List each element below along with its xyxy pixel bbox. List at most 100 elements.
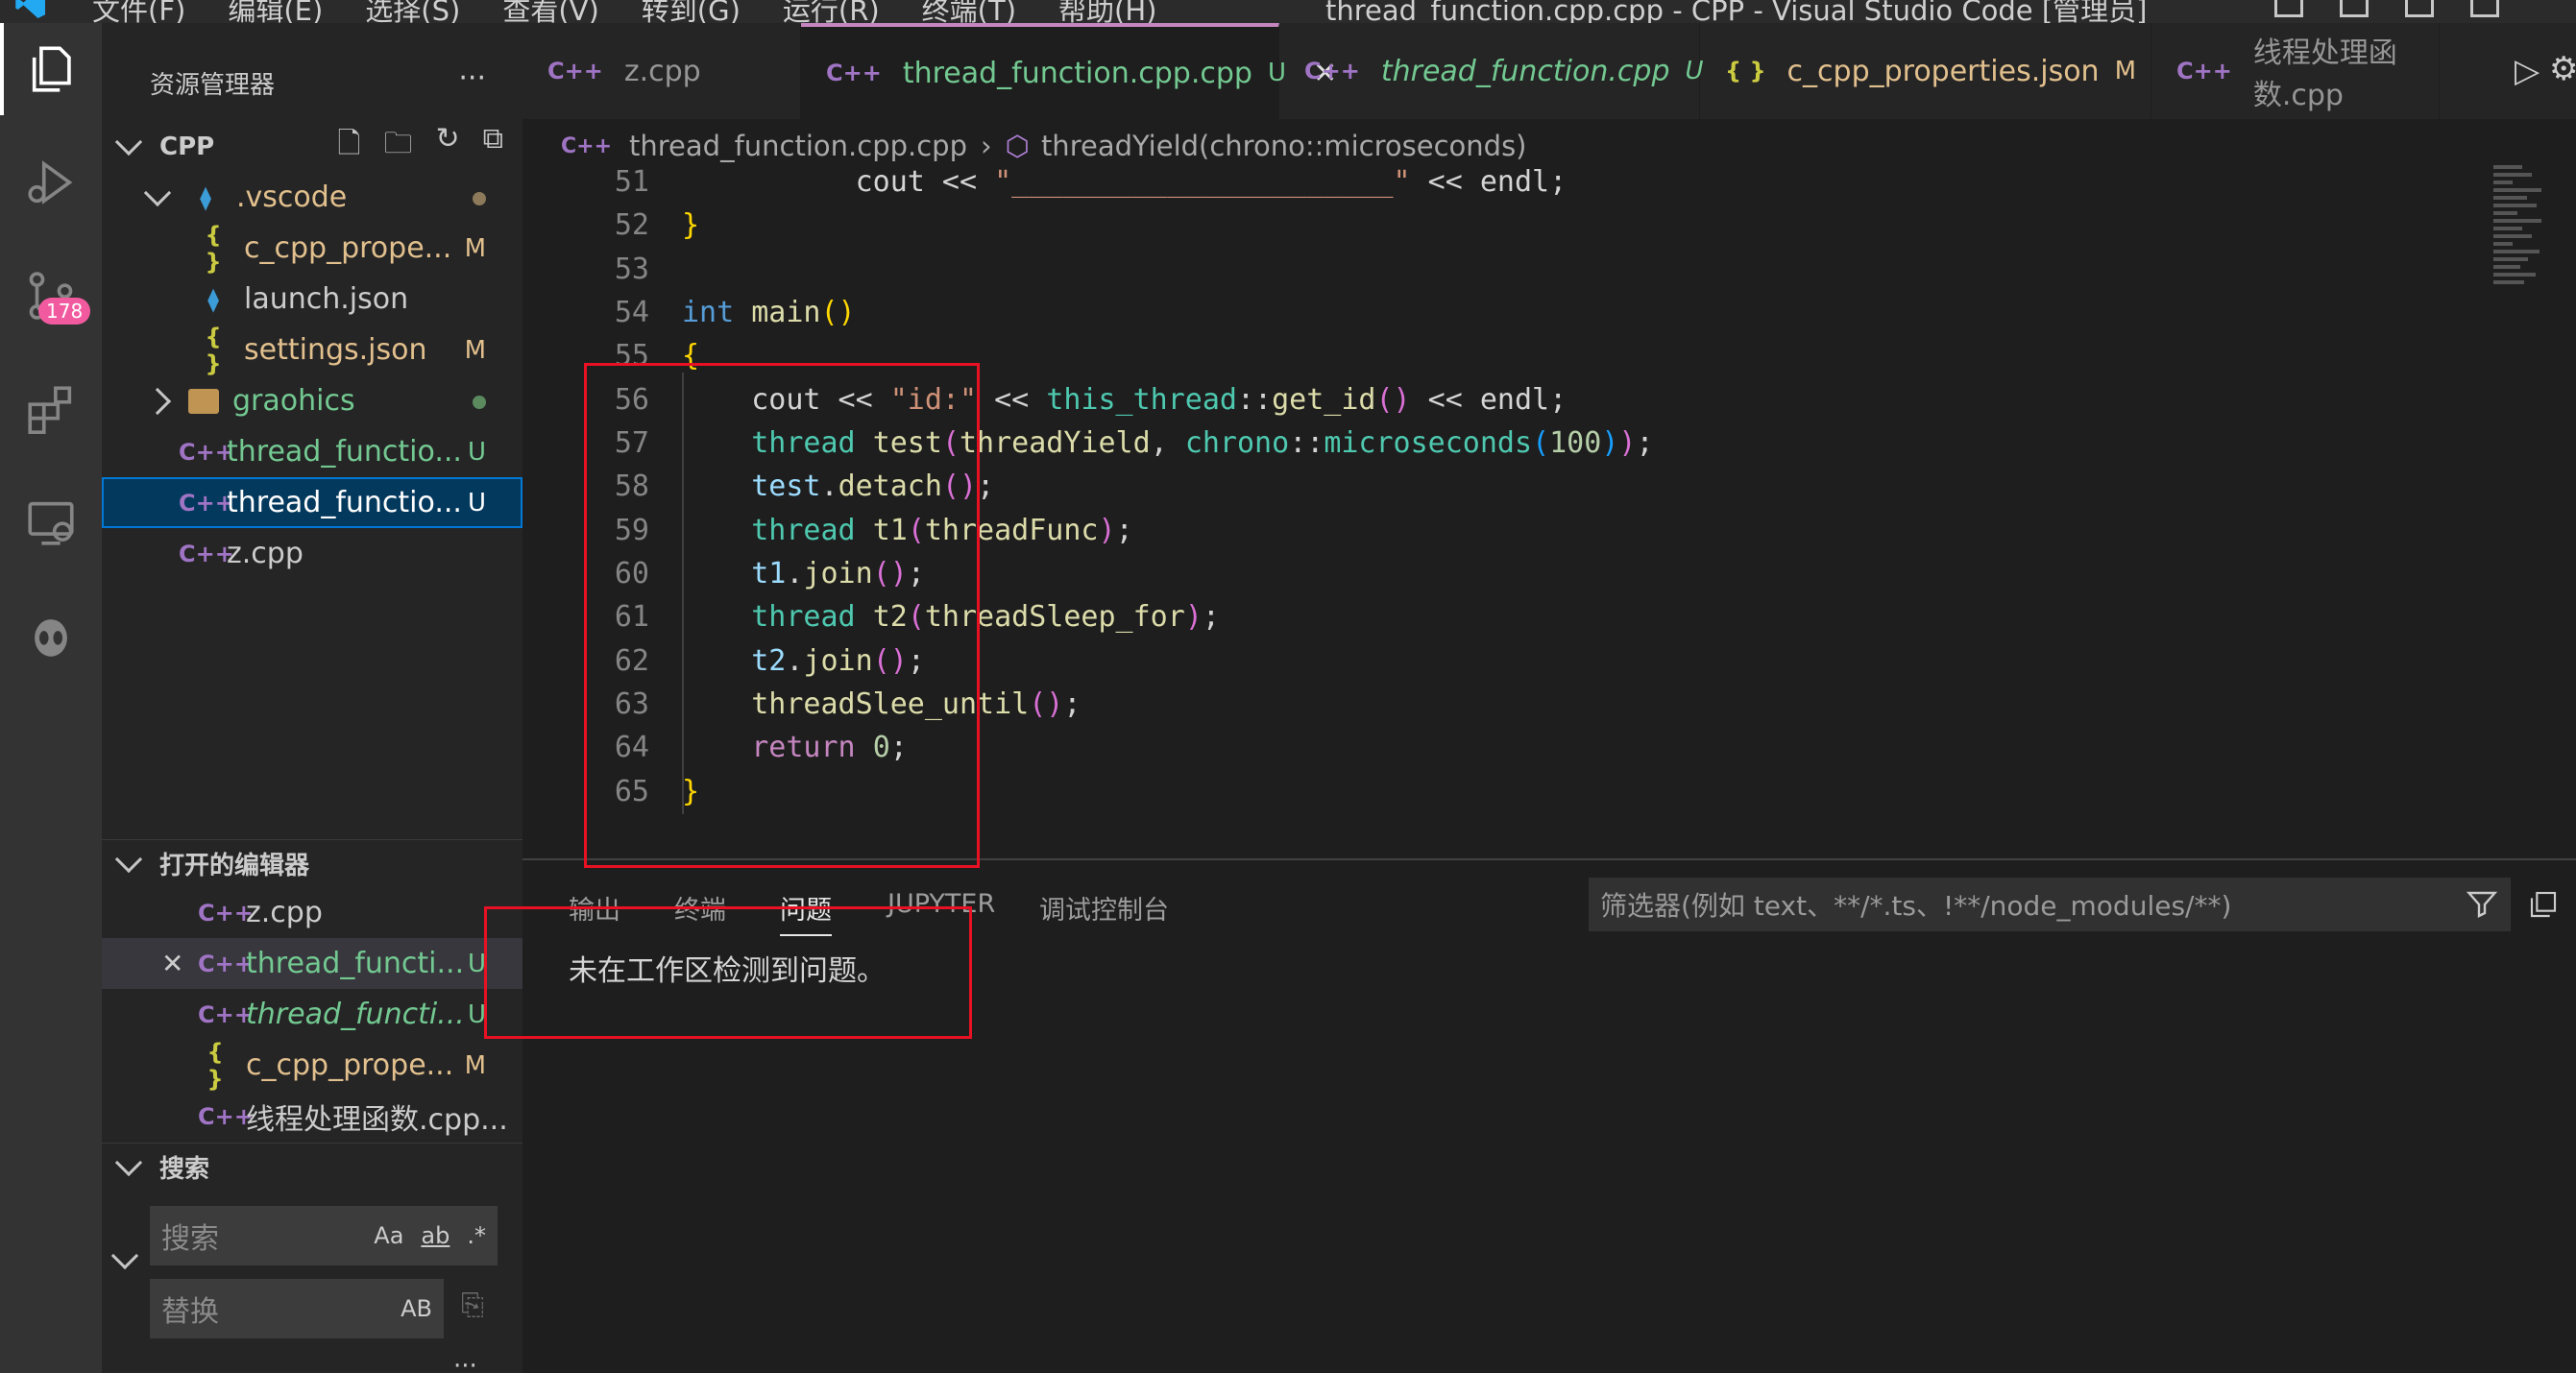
problems-filter-input[interactable]: 筛选器(例如 text、**/*.ts、!**/node_modules/**) [1589, 878, 2511, 931]
panel-tab-debug-console[interactable]: 调试控制台 [1039, 889, 1169, 927]
cpp-file-icon: C++ [179, 489, 234, 517]
tab-z-cpp[interactable]: C++ z.cpp [522, 23, 801, 119]
highlight-box-problems [484, 906, 972, 1039]
menu-terminal[interactable]: 终端(T) [922, 0, 1016, 23]
cpp-file-icon: C++ [2176, 58, 2232, 84]
replace-all-icon[interactable]: ⎘ [461, 1289, 484, 1322]
use-regex-icon[interactable]: .* [467, 1222, 486, 1249]
workspace-folder-name: CPP [159, 132, 215, 161]
run-debug-icon[interactable] [0, 136, 102, 229]
menu-help[interactable]: 帮助(H) [1058, 0, 1156, 23]
remote-explorer-icon[interactable] [0, 476, 102, 568]
folder-icon [188, 388, 219, 414]
cpp-file-icon: C++ [198, 950, 254, 977]
menu-run[interactable]: 运行(R) [783, 0, 880, 23]
menu-selection[interactable]: 选择(S) [365, 0, 460, 23]
code-line: } [682, 208, 700, 242]
tree-item-label: settings.json [244, 333, 427, 367]
collapse-all-icon[interactable] [2528, 889, 2559, 920]
modified-dot [473, 183, 486, 212]
source-control-icon[interactable]: 178 [0, 250, 102, 342]
match-case-icon[interactable]: Aa [374, 1222, 403, 1249]
explorer-icon[interactable] [0, 23, 102, 115]
search-title: 搜索 [159, 1155, 210, 1184]
git-status: U [467, 437, 486, 467]
chevron-down-icon [114, 1148, 143, 1176]
tree-item-thread-function-cpp[interactable]: C++ thread_functio... U [102, 426, 522, 477]
line-number: 52 [614, 208, 649, 242]
search-placeholder: 搜索 [161, 1222, 219, 1256]
more-search-options-icon[interactable]: ··· [453, 1352, 477, 1373]
toggle-panel-icon[interactable] [2340, 0, 2369, 17]
chevron-right-icon [143, 387, 172, 415]
open-editor-thread-function-cpp-cpp[interactable]: ✕ C++ thread_functi... U [102, 938, 522, 989]
code-line: cout << "______________________" << endl… [682, 165, 1567, 199]
tree-item-settings-json[interactable]: { } settings.json M [102, 324, 522, 377]
debug-settings-icon[interactable]: ⚙ [2549, 50, 2576, 88]
open-editor-thread-handler-cpp[interactable]: C++ 线程处理函数.cpp... [102, 1091, 522, 1142]
toggle-secondary-sidebar-icon[interactable] [2405, 0, 2434, 17]
minimap[interactable] [2493, 165, 2547, 424]
sidebar: 资源管理器 ··· CPP 🗋 🗀 ↻ ⧉ ⧫ .vscode { } c_cp… [102, 23, 522, 1373]
tab-thread-function-cpp-cpp[interactable]: C++ thread_function.cpp.cpp U ✕ [801, 23, 1337, 119]
tab-label: thread_function.cpp.cpp [902, 56, 1252, 90]
customize-layout-icon[interactable] [2470, 0, 2499, 17]
menu-go[interactable]: 转到(G) [642, 0, 741, 23]
activity-bar: 178 [0, 23, 102, 1373]
tree-item-thread-function-cpp-cpp[interactable]: C++ thread_functio... U [102, 477, 522, 528]
filter-placeholder: 筛选器(例如 text、**/*.ts、!**/node_modules/**) [1600, 890, 2232, 922]
extensions-icon[interactable] [0, 363, 102, 455]
tree-item-label: launch.json [244, 282, 409, 316]
chevron-right-icon: › [981, 130, 992, 162]
tab-thread-function-cpp[interactable]: C++ thread_function.cpp U [1279, 23, 1704, 119]
tab-c-cpp-properties[interactable]: { } c_cpp_properties.json M [1700, 23, 2151, 119]
replace-placeholder: 替换 [161, 1295, 219, 1329]
toggle-replace-icon[interactable] [110, 1241, 139, 1270]
open-editor-thread-function-cpp[interactable]: C++ thread_functi... U [102, 989, 522, 1040]
menu-view[interactable]: 查看(V) [502, 0, 598, 23]
chevron-down-icon [114, 128, 143, 156]
replace-input[interactable]: 替换 AB [150, 1279, 444, 1338]
tree-item-launch-json[interactable]: ⧫ launch.json [102, 274, 522, 325]
line-number: 53 [614, 253, 649, 286]
cpp-file-icon: C++ [547, 58, 603, 84]
line-number: 51 [614, 165, 649, 199]
tree-item-label: graohics [232, 384, 355, 418]
refresh-icon[interactable]: ↻ [435, 122, 459, 171]
open-editor-label: c_cpp_prope... [246, 1048, 454, 1082]
toggle-sidebar-icon[interactable] [2274, 0, 2303, 17]
menu-bar: 文件(F) 编辑(E) 选择(S) 查看(V) 转到(G) 运行(R) 终端(T… [92, 0, 1156, 23]
cpp-file-icon: C++ [1304, 58, 1360, 84]
tab-thread-handler-cpp[interactable]: C++ 线程处理函数.cpp [2151, 23, 2440, 119]
search-input[interactable]: 搜索 Aa ab .* [150, 1206, 498, 1265]
open-editors-header[interactable]: 打开的编辑器 [102, 839, 522, 887]
more-actions-icon[interactable]: ··· [458, 61, 486, 95]
close-editor-icon[interactable]: ✕ [161, 948, 198, 979]
tree-item-graohics-folder[interactable]: graohics [102, 375, 522, 426]
new-file-icon[interactable]: 🗋 [337, 122, 360, 171]
search-header[interactable]: 搜索 [102, 1143, 522, 1191]
preserve-case-icon[interactable]: AB [401, 1295, 432, 1322]
tree-item-z-cpp[interactable]: C++ z.cpp [102, 528, 522, 579]
collapse-all-icon[interactable]: ⧉ [483, 122, 503, 171]
tree-item-vscode-folder[interactable]: ⧫ .vscode [102, 172, 522, 223]
match-whole-word-icon[interactable]: ab [421, 1222, 450, 1249]
cpp-file-icon: C++ [561, 133, 613, 158]
open-editor-z-cpp[interactable]: C++ z.cpp [102, 887, 522, 938]
open-editor-label: z.cpp [246, 896, 323, 929]
layout-controls [2274, 0, 2499, 17]
alien-icon[interactable] [0, 590, 102, 682]
open-editor-c-cpp-properties[interactable]: { } c_cpp_prope... M [102, 1039, 522, 1093]
explorer-title: 资源管理器 [150, 71, 276, 100]
breadcrumb-file[interactable]: thread_function.cpp.cpp [629, 130, 967, 162]
menu-edit[interactable]: 编辑(E) [228, 0, 323, 23]
breadcrumb-symbol[interactable]: threadYield(chrono::microseconds) [1041, 130, 1527, 162]
new-folder-icon[interactable]: 🗀 [383, 122, 412, 171]
editor-tabs: C++ z.cpp C++ thread_function.cpp.cpp U … [522, 23, 2576, 119]
tree-item-c-cpp-properties[interactable]: { } c_cpp_prope... M [102, 222, 522, 276]
filter-icon[interactable] [2465, 887, 2499, 922]
menu-file[interactable]: 文件(F) [92, 0, 185, 23]
cpp-file-icon: C++ [198, 1102, 254, 1130]
workspace-folder-header[interactable]: CPP 🗋 🗀 ↻ ⧉ [102, 121, 522, 172]
run-file-icon[interactable]: ▷ [2515, 52, 2540, 90]
